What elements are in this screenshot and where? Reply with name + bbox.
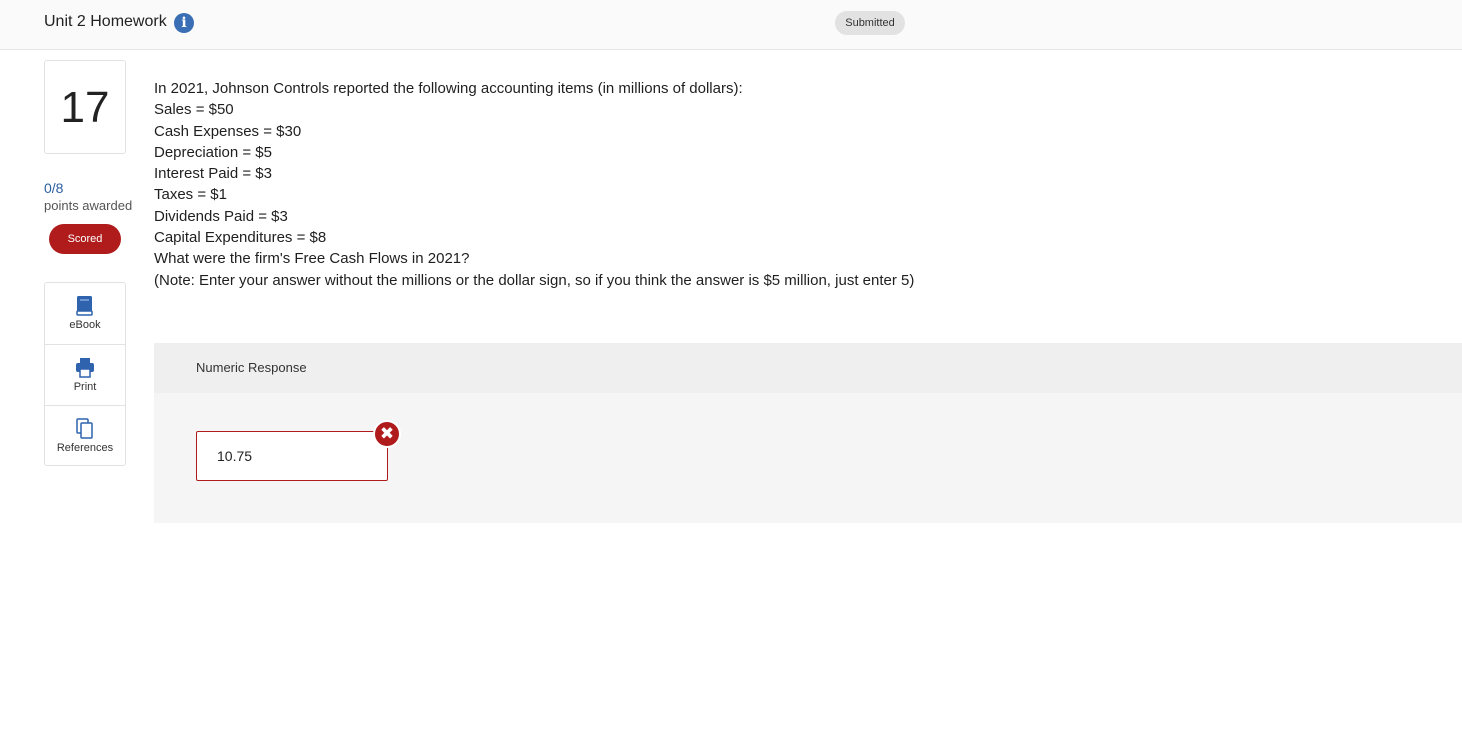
references-label: References bbox=[56, 442, 114, 454]
points-score: 0/8 bbox=[44, 180, 64, 196]
info-icon[interactable]: i bbox=[174, 13, 194, 33]
ebook-label: eBook bbox=[69, 319, 101, 331]
response-title: Numeric Response bbox=[196, 360, 307, 375]
question-line: In 2021, Johnson Controls reported the f… bbox=[154, 80, 743, 97]
scored-badge: Scored bbox=[49, 224, 121, 254]
question-line: Depreciation = $5 bbox=[154, 143, 272, 161]
question-line: Interest Paid = $3 bbox=[154, 165, 272, 183]
status-badge: Submitted bbox=[835, 11, 905, 35]
question-number: 17 bbox=[60, 83, 110, 132]
print-button[interactable]: Print bbox=[45, 344, 125, 405]
question-line: Dividends Paid = $3 bbox=[154, 207, 288, 225]
question-line: Cash Expenses = $30 bbox=[154, 122, 302, 140]
incorrect-x-icon: ✖ bbox=[373, 420, 401, 448]
question-line: Taxes = $1 bbox=[154, 186, 227, 204]
print-label: Print bbox=[73, 381, 97, 393]
tools-panel: eBook Print References bbox=[44, 282, 126, 466]
references-button[interactable]: References bbox=[45, 405, 125, 466]
book-icon bbox=[76, 296, 93, 316]
question-line: (Note: Enter your answer without the mil… bbox=[154, 271, 915, 289]
question-text: In 2021, Johnson Controls reported the f… bbox=[154, 78, 1054, 291]
response-header: Numeric Response bbox=[154, 343, 1462, 393]
ebook-button[interactable]: eBook bbox=[45, 283, 125, 344]
question-number-box: 17 bbox=[44, 60, 126, 154]
printer-icon bbox=[76, 358, 94, 378]
response-body: 10.75 ✖ bbox=[154, 393, 1462, 523]
top-bar: Unit 2 Homework i Submitted bbox=[0, 0, 1462, 50]
copy-icon bbox=[76, 418, 93, 439]
question-line: Capital Expenditures = $8 bbox=[154, 229, 327, 247]
question-line: What were the firm's Free Cash Flows in … bbox=[154, 250, 470, 268]
assignment-title: Unit 2 Homework bbox=[44, 13, 167, 30]
question-line: Sales = $50 bbox=[154, 101, 234, 119]
points-label: points awarded bbox=[44, 198, 133, 213]
answer-field[interactable]: 10.75 bbox=[196, 431, 388, 481]
